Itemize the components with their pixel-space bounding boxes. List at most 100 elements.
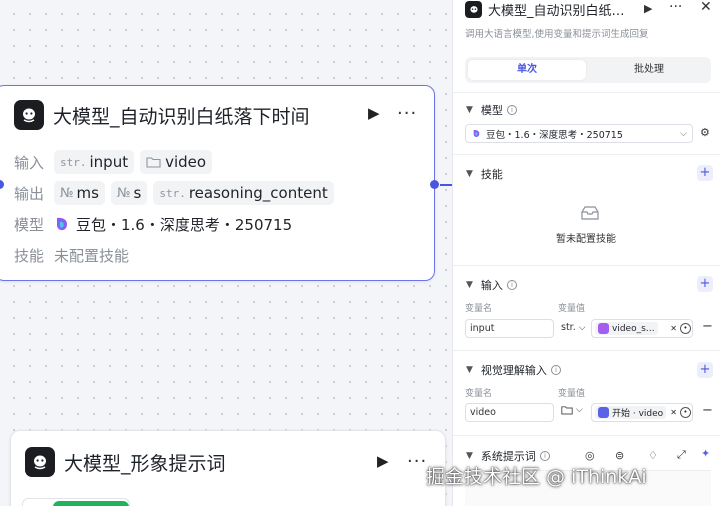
chevron-down-icon: ▼ xyxy=(466,280,473,290)
section-title: 模型 xyxy=(480,104,503,117)
number-type-icon: № xyxy=(60,185,74,201)
tab-batch[interactable]: 批处理 xyxy=(590,60,708,80)
expand-icon[interactable]: ⤢ xyxy=(677,448,686,462)
skill-label: 技能 xyxy=(14,246,45,265)
chevron-down-icon: ▼ xyxy=(466,451,473,461)
input-chip-video: video xyxy=(140,150,213,174)
variable-value: 开始 · video xyxy=(612,409,664,419)
more-icon[interactable]: ··· xyxy=(669,0,682,15)
node-model-row: 模型 豆包・1.6・深度思考・250715 xyxy=(14,211,292,237)
chevron-down-icon: ⌵ xyxy=(680,128,687,139)
info-icon: i xyxy=(539,451,550,461)
panel-node-logo-icon xyxy=(465,1,482,18)
start-node-icon xyxy=(598,323,609,334)
tab-single[interactable]: 单次 xyxy=(468,60,586,80)
var-name-input[interactable]: video xyxy=(465,403,554,422)
bulb-icon[interactable]: ♢ xyxy=(648,449,658,462)
play-icon[interactable]: ▶ xyxy=(644,2,652,15)
node-output-port[interactable] xyxy=(430,180,439,189)
chevron-down-icon: ▼ xyxy=(466,169,473,179)
output-name: ms xyxy=(76,184,99,202)
node-title: 大模型_自动识别白纸落下时间 xyxy=(53,105,310,128)
close-icon[interactable]: ✕ xyxy=(670,408,677,417)
var-value-header: 变量值 xyxy=(558,389,586,399)
variable-tag: video_s… xyxy=(595,322,658,335)
llm-node-logo-icon xyxy=(14,100,44,130)
node-inputs-row: 输入 str. input video xyxy=(14,149,218,175)
empty-box-icon xyxy=(581,206,599,220)
input-section-header[interactable]: ▼ 输入 i xyxy=(466,277,517,293)
model-value: 豆包・1.6・深度思考・250715 xyxy=(76,215,293,234)
close-icon[interactable]: ✕ xyxy=(700,0,712,15)
selected-model: 豆包・1.6・深度思考・250715 xyxy=(486,129,623,141)
more-options-button[interactable]: ··· xyxy=(397,103,417,124)
outputs-label: 输出 xyxy=(14,184,45,203)
model-settings-gear-icon[interactable]: ⚙ xyxy=(700,126,710,139)
chevron-down-icon: ⌵ xyxy=(578,322,586,333)
var-source-toggle-icon[interactable]: • xyxy=(680,407,691,418)
output-chip-s: № s xyxy=(110,181,148,205)
output-chip-ms: № ms xyxy=(54,181,105,205)
folder-icon xyxy=(561,406,573,415)
output-name: reasoning_content xyxy=(188,184,328,202)
var-value-reference[interactable]: 开始 · video ✕ xyxy=(591,403,693,422)
model-select[interactable]: 豆包・1.6・深度思考・250715 ⌵ xyxy=(465,124,693,143)
chevron-down-icon: ⌵ xyxy=(576,405,583,415)
llm-node-logo-icon xyxy=(25,447,55,477)
string-type-icon: str. xyxy=(159,186,186,200)
divider xyxy=(453,350,720,351)
var-value-header: 变量值 xyxy=(558,304,586,314)
model-section-header[interactable]: ▼ 模型 i xyxy=(466,102,517,118)
info-icon: i xyxy=(506,280,517,290)
node-config-panel: 大模型_自动识别白纸… ▶ ··· ✕ 调用大语言模型,使用变量和提示词生成回复… xyxy=(452,0,720,506)
divider xyxy=(453,265,720,266)
run-node-button[interactable]: ▶ xyxy=(377,452,389,470)
variable-tag: 开始 · video xyxy=(595,406,667,419)
more-options-button[interactable]: ··· xyxy=(407,451,427,472)
workflow-canvas[interactable]: 大模型_自动识别白纸落下时间 ▶ ··· 输入 str. input video… xyxy=(0,0,452,506)
var-name-header: 变量名 xyxy=(465,304,493,314)
doubao-model-icon xyxy=(57,217,67,231)
add-visual-input-button[interactable]: + xyxy=(697,362,713,378)
remove-variable-button[interactable]: − xyxy=(702,403,713,418)
info-icon: i xyxy=(506,105,517,115)
var-type-select[interactable]: str. ⌵ xyxy=(561,322,586,333)
close-icon[interactable]: ✕ xyxy=(670,324,677,333)
var-name-input[interactable]: input xyxy=(465,319,554,338)
var-value-reference[interactable]: video_s… ✕ xyxy=(591,319,693,338)
input-name: input xyxy=(89,153,129,171)
input-name: video xyxy=(165,153,207,171)
add-skill-button[interactable]: + xyxy=(697,165,713,181)
divider xyxy=(453,435,720,436)
compass-icon[interactable]: ◎ xyxy=(585,449,595,462)
visual-input-section-header[interactable]: ▼ 视觉理解输入 i xyxy=(466,362,561,378)
divider xyxy=(453,92,720,93)
node-skill-row: 技能 未配置技能 xyxy=(14,242,129,268)
skill-section-header[interactable]: ▼ 技能 xyxy=(466,166,503,182)
run-mode-tabs: 单次 批处理 xyxy=(465,57,711,83)
remove-variable-button[interactable]: − xyxy=(702,319,713,334)
var-type-select[interactable]: ⌵ xyxy=(561,405,583,415)
panel-title[interactable]: 大模型_自动识别白纸… xyxy=(488,0,625,19)
skill-value: 未配置技能 xyxy=(54,246,130,265)
folder-icon xyxy=(146,157,161,168)
llm-node-auto-detect[interactable]: 大模型_自动识别白纸落下时间 ▶ ··· 输入 str. input video… xyxy=(0,85,439,281)
inputs-label: 输入 xyxy=(14,153,45,172)
robot-icon[interactable]: ⊜ xyxy=(615,449,624,462)
connection-edge xyxy=(440,184,452,186)
node-outputs-row: 输出 № ms № s str. reasoning_content xyxy=(14,180,340,206)
ai-sparkle-icon[interactable]: ✦ xyxy=(701,447,710,460)
add-input-button[interactable]: + xyxy=(697,276,713,292)
output-chip-reasoning: str. reasoning_content xyxy=(153,181,334,205)
panel-header: 大模型_自动识别白纸… ▶ ··· ✕ xyxy=(453,0,720,20)
llm-node-image-prompt[interactable]: 大模型_形象提示词 ▶ ··· xyxy=(10,430,446,506)
node-green-badge xyxy=(22,498,130,506)
string-type-icon: str. xyxy=(60,155,87,169)
start-node-icon xyxy=(598,407,609,418)
var-source-toggle-icon[interactable]: • xyxy=(680,323,691,334)
input-chip-input: str. input xyxy=(54,150,135,174)
variable-value: video_s… xyxy=(612,323,655,334)
section-title: 输入 xyxy=(480,279,503,292)
run-node-button[interactable]: ▶ xyxy=(368,104,380,122)
panel-description: 调用大语言模型,使用变量和提示词生成回复 xyxy=(465,29,649,40)
